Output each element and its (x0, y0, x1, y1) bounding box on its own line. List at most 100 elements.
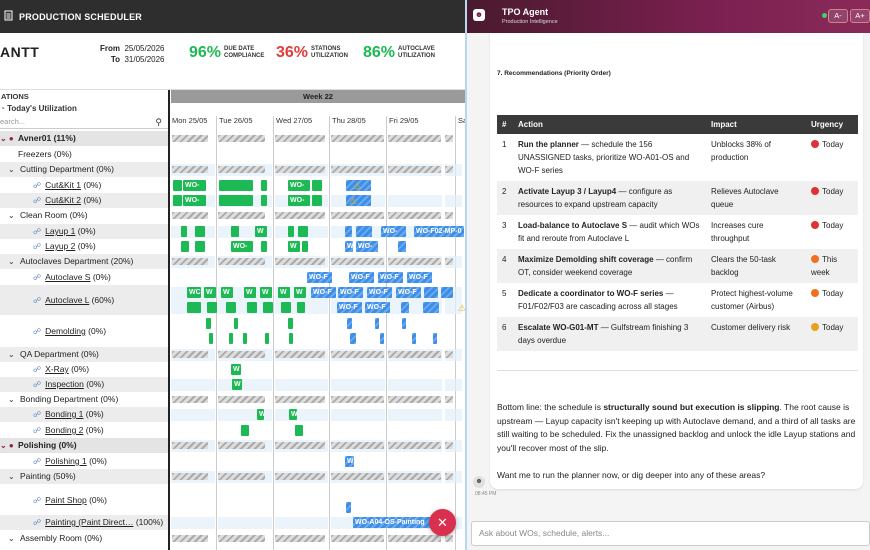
task-bar[interactable] (234, 318, 238, 329)
tree-row[interactable]: ☍ Layup 2 (0%) (0, 239, 168, 254)
task-bar[interactable] (380, 333, 384, 344)
task-bar[interactable]: W (231, 364, 241, 375)
task-bar[interactable] (297, 302, 305, 313)
task-bar[interactable]: W (232, 379, 242, 390)
task-bar[interactable] (312, 195, 322, 206)
tree-row[interactable]: ☍ Autoclave L (60%) (0, 285, 168, 315)
chevron-down-icon[interactable]: ⌄ (8, 254, 20, 269)
task-bar[interactable]: WO-F (367, 287, 392, 298)
task-bar[interactable] (375, 318, 379, 329)
font-decrease-button[interactable]: A- (828, 9, 848, 23)
font-increase-button[interactable]: A+ (850, 9, 870, 23)
gantt-grid[interactable]: Week 22 Mon 25/05 Tue 26/05 Wed 27/05 Thu 2… (171, 90, 465, 550)
task-bar[interactable] (288, 226, 294, 237)
station-link[interactable]: Cut&Kit 1 (45, 180, 81, 190)
task-bar[interactable] (181, 241, 189, 252)
task-bar[interactable] (261, 180, 267, 191)
task-bar[interactable] (289, 333, 293, 344)
station-link[interactable]: Autoclave S (45, 272, 90, 282)
tree-row[interactable]: ⌄ Clean Room (0%) (0, 208, 168, 223)
task-bar[interactable]: WO- (288, 195, 310, 206)
task-bar[interactable] (356, 226, 372, 237)
tree-row[interactable]: ⌄ ● Polishing (0%) (0, 438, 168, 453)
task-bar[interactable]: WO-F (338, 287, 363, 298)
warning-icon[interactable]: ⚠ (349, 196, 357, 207)
task-bar[interactable] (231, 226, 239, 237)
close-fab-button[interactable]: ✕ (429, 509, 456, 536)
station-link[interactable]: Polishing 1 (45, 456, 87, 466)
date-range[interactable]: From 25/05/2026 To 31/05/2026 (100, 43, 165, 65)
chevron-down-icon[interactable]: ⌄ (8, 531, 20, 546)
task-bar[interactable] (424, 287, 438, 298)
task-bar[interactable]: WO- (183, 180, 206, 191)
station-link[interactable]: Cut&Kit 2 (45, 195, 81, 205)
tree-row[interactable]: Freezers (0%) (0, 147, 168, 162)
tree-row[interactable]: ⌄ Assembly Room (0%) (0, 531, 168, 546)
tree-row[interactable]: ☍ Inspection (0%) (0, 377, 168, 392)
tree-row[interactable]: ☍ Layup 1 (0%) (0, 224, 168, 239)
task-bar[interactable]: WO-F (307, 272, 332, 283)
tree-row[interactable]: ⌄ ● Avner01 (11%) (0, 131, 168, 146)
task-bar[interactable]: WC (187, 287, 201, 298)
task-bar[interactable] (412, 333, 416, 344)
task-bar[interactable] (398, 241, 406, 252)
task-bar[interactable] (265, 333, 269, 344)
tree-row[interactable]: ☍ Bonding 1 (0%) (0, 407, 168, 422)
task-bar[interactable]: WO-F (365, 302, 390, 313)
task-bar[interactable] (241, 425, 249, 436)
task-bar[interactable]: W (288, 241, 300, 252)
tree-row[interactable]: ☍ Painting (Paint Direct… (100%) (0, 515, 168, 530)
chevron-down-icon[interactable]: ⌄ ● (0, 438, 18, 453)
task-bar[interactable] (206, 318, 211, 329)
search-icon[interactable]: ⚲ (155, 116, 162, 129)
task-bar[interactable] (209, 333, 213, 344)
todays-utilization[interactable]: ◔ Today's Utilization (0, 103, 168, 115)
tree-row[interactable]: ☍ X-Ray (0%) (0, 362, 168, 377)
tree-row[interactable]: ☍ Autoclave S (0%) (0, 270, 168, 285)
task-bar[interactable] (263, 302, 273, 313)
task-bar[interactable] (187, 302, 201, 313)
station-link[interactable]: Inspection (45, 379, 84, 389)
task-bar[interactable] (347, 318, 352, 329)
task-bar[interactable]: W (221, 287, 233, 298)
tree-row[interactable]: ☍ Cut&Kit 1 (0%) (0, 178, 168, 193)
task-bar[interactable] (173, 195, 182, 206)
task-bar[interactable] (261, 195, 267, 206)
task-bar[interactable] (226, 302, 236, 313)
tree-row[interactable]: ☍ Paint Shop (0%) (0, 485, 168, 515)
task-bar[interactable] (261, 241, 267, 252)
task-bar[interactable]: WO-F02-MP-0 (414, 226, 464, 237)
task-bar[interactable] (207, 302, 217, 313)
chevron-down-icon[interactable]: ⌄ (8, 208, 20, 223)
task-bar[interactable]: WO- (381, 226, 406, 237)
task-bar[interactable]: WO-F (407, 272, 432, 283)
task-bar[interactable]: W (345, 241, 353, 252)
chevron-down-icon[interactable]: ⌄ ● (0, 131, 18, 146)
task-bar[interactable]: W (204, 287, 216, 298)
task-bar[interactable]: W (294, 287, 306, 298)
task-bar[interactable] (302, 241, 308, 252)
search-input[interactable]: earch... (0, 117, 25, 126)
station-link[interactable]: Bonding 1 (45, 409, 83, 419)
task-bar[interactable]: WO-A04-OS-Painting (353, 517, 433, 528)
task-bar[interactable]: WO- (288, 180, 310, 191)
task-bar[interactable] (441, 287, 453, 298)
task-bar[interactable]: W (345, 456, 354, 467)
task-bar[interactable]: WO-F (378, 272, 403, 283)
task-bar[interactable]: WO-F (349, 272, 374, 283)
task-bar[interactable] (346, 502, 351, 513)
task-bar[interactable] (295, 425, 303, 436)
warning-icon[interactable]: ⚠ (353, 181, 361, 192)
task-bar[interactable]: WO-F (311, 287, 336, 298)
task-bar[interactable] (423, 302, 439, 313)
task-bar[interactable]: W (260, 287, 272, 298)
task-bar[interactable]: WO- (183, 195, 206, 206)
task-bar[interactable] (401, 302, 409, 313)
task-bar[interactable] (402, 318, 406, 329)
task-bar[interactable] (219, 180, 253, 191)
task-bar[interactable]: W (289, 409, 297, 420)
task-bar[interactable] (195, 241, 205, 252)
station-link[interactable]: Layup 1 (45, 226, 75, 236)
task-bar[interactable] (247, 302, 257, 313)
task-bar[interactable]: WO-F (337, 302, 362, 313)
